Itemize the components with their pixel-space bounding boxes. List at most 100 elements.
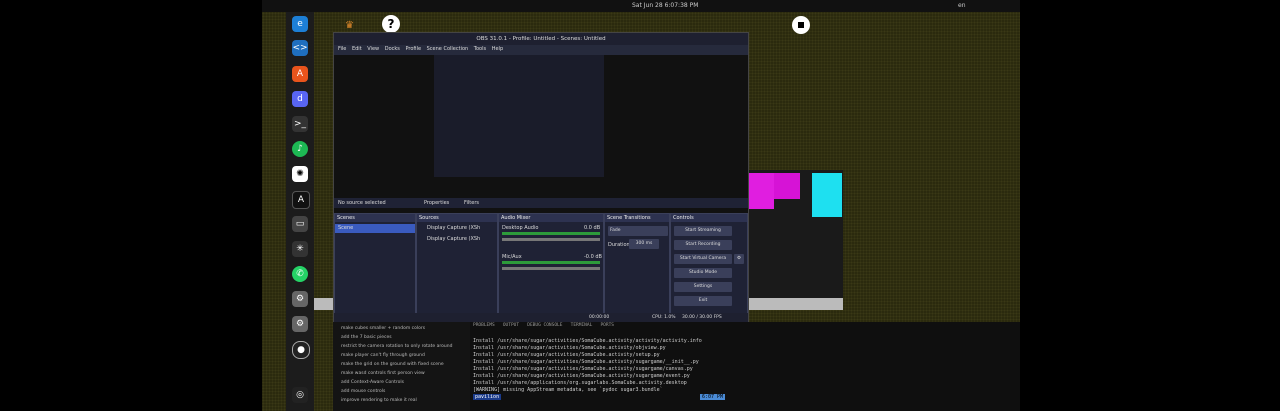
ground-plane: [314, 298, 333, 310]
tab-problems[interactable]: PROBLEMS: [473, 323, 495, 328]
menu-edit[interactable]: Edit: [352, 46, 362, 52]
app-center-icon[interactable]: A: [292, 66, 308, 82]
terminal-line: Install /usr/share/sugar/activities/Soma…: [473, 366, 693, 372]
obs-window: OBS 31.0.1 - Profile: Untitled - Scenes:…: [333, 32, 749, 324]
filters-button[interactable]: Filters: [464, 200, 479, 206]
system-top-bar: Sat Jun 28 6:07:38 PM en: [262, 0, 1020, 12]
menu-help[interactable]: Help: [492, 46, 503, 52]
source-item[interactable]: Display Capture (XSh: [417, 224, 497, 233]
terminal-line: Install /usr/share/sugar/activities/Soma…: [473, 352, 660, 358]
crown-icon: ♛: [345, 20, 354, 31]
volume-meter: [502, 232, 600, 235]
terminal-line: Install /usr/share/applications/org.suga…: [473, 380, 687, 386]
studio-mode-button[interactable]: Studio Mode: [674, 268, 732, 278]
chat-item[interactable]: make the grid on the ground with fixed s…: [341, 362, 444, 367]
terminal-icon[interactable]: >_: [292, 116, 308, 132]
duration-input[interactable]: 300 ms: [629, 239, 659, 249]
controls-dock: Controls Start Streaming Start Recording…: [670, 213, 748, 321]
cpu-usage: CPU: 1.0%: [652, 315, 676, 320]
chat-item[interactable]: add the 7 basic pieces: [341, 335, 392, 340]
menu-bar: File Edit View Docks Profile Scene Colle…: [334, 46, 503, 54]
terminal-line: [WARNING] missing AppStream metadata, se…: [473, 387, 663, 393]
vscode-icon[interactable]: <>: [292, 40, 308, 56]
chat-item[interactable]: make cubes smaller + random colors: [341, 326, 425, 331]
anthropic-icon[interactable]: A: [292, 191, 310, 209]
chat-item[interactable]: make player can't fly through ground: [341, 353, 425, 358]
audio-mixer-title: Audio Mixer: [499, 214, 603, 222]
volume-slider[interactable]: [502, 267, 600, 270]
ground-plane: [738, 298, 843, 310]
menu-profile[interactable]: Profile: [405, 46, 421, 52]
scene-transitions-dock: Scene Transitions Fade Duration 300 ms: [604, 213, 670, 321]
audio-track-db: 0.0 dB: [584, 225, 601, 231]
prompt-user: pavilion: [473, 394, 502, 400]
chat-item[interactable]: improve rendering to make it real: [341, 398, 417, 403]
settings-button[interactable]: Settings: [674, 282, 732, 292]
volume-meter: [502, 261, 600, 264]
spotify-icon[interactable]: ♪: [292, 141, 308, 157]
menu-file[interactable]: File: [338, 46, 346, 52]
preview-canvas[interactable]: [334, 55, 748, 218]
settings-icon[interactable]: ⚙: [292, 316, 308, 332]
stop-recording-button[interactable]: [792, 16, 810, 34]
terminal-line: Install /usr/share/sugar/activities/Soma…: [473, 338, 702, 344]
scenes-dock-title: Scenes: [335, 214, 415, 222]
start-streaming-button[interactable]: Start Streaming: [674, 226, 732, 236]
files-icon[interactable]: ▭: [292, 216, 308, 232]
chat-item[interactable]: add mouse controls: [341, 389, 385, 394]
tab-output[interactable]: OUTPUT: [503, 323, 519, 328]
clock[interactable]: Sat Jun 28 6:07:38 PM: [632, 2, 698, 9]
audio-track-name: Mic/Aux: [502, 254, 522, 260]
ubuntu-icon[interactable]: ◎: [292, 387, 308, 403]
help-icon[interactable]: ?: [382, 15, 400, 33]
properties-button[interactable]: Properties: [424, 200, 449, 206]
terminal-tabs: PROBLEMS OUTPUT DEBUG CONSOLE TERMINAL P…: [473, 323, 614, 328]
no-source-label: No source selected: [338, 200, 386, 206]
start-recording-button[interactable]: Start Recording: [674, 240, 732, 250]
scenes-dock: Scenes Scene: [334, 213, 416, 321]
cube-piece-cyan: [812, 173, 842, 217]
chatgpt-icon[interactable]: ✺: [292, 166, 308, 182]
start-virtual-camera-button[interactable]: Start Virtual Camera: [674, 254, 732, 264]
soma-cube-3d-view: [738, 170, 843, 310]
language-indicator[interactable]: en: [958, 2, 966, 9]
terminal-line: Install /usr/share/sugar/activities/Soma…: [473, 373, 690, 379]
chat-item[interactable]: restrict the camera rotation to only rot…: [341, 344, 452, 349]
scene-item[interactable]: Scene: [335, 224, 415, 233]
volume-slider[interactable]: [502, 238, 600, 241]
menu-scene-collection[interactable]: Scene Collection: [427, 46, 469, 52]
whatsapp-icon[interactable]: ✆: [292, 266, 308, 282]
virtual-camera-settings-icon[interactable]: ⚙: [734, 254, 744, 264]
terminal-line: Install /usr/share/sugar/activities/Soma…: [473, 345, 666, 351]
controls-title: Controls: [671, 214, 747, 222]
tab-debug-console[interactable]: DEBUG CONSOLE: [527, 323, 562, 328]
menu-tools[interactable]: Tools: [474, 46, 486, 52]
edge-browser-icon[interactable]: e: [292, 16, 308, 32]
duration-label: Duration: [608, 242, 630, 248]
transition-select[interactable]: Fade: [608, 226, 668, 236]
exit-button[interactable]: Exit: [674, 296, 732, 306]
sources-dock: Sources Display Capture (XSh Display Cap…: [416, 213, 498, 321]
menu-docks[interactable]: Docks: [385, 46, 400, 52]
settings-icon[interactable]: ⚙: [292, 291, 308, 307]
bug-icon[interactable]: ✳: [292, 241, 308, 257]
menu-view[interactable]: View: [367, 46, 379, 52]
prompt-time: 6:07 PM: [700, 394, 726, 400]
tab-ports[interactable]: PORTS: [600, 323, 614, 328]
ai-chat-panel: make cubes smaller + random colors add t…: [333, 322, 470, 411]
transitions-title: Scene Transitions: [605, 214, 669, 222]
source-toolbar: No source selected Properties Filters: [334, 198, 748, 208]
obs-icon[interactable]: ●: [292, 341, 310, 359]
discord-icon[interactable]: d: [292, 91, 308, 107]
sources-dock-title: Sources: [417, 214, 497, 222]
cube-piece-magenta: [748, 173, 774, 209]
terminal-panel[interactable]: PROBLEMS OUTPUT DEBUG CONSOLE TERMINAL P…: [470, 322, 1020, 411]
record-time: 00:00:00: [589, 315, 610, 320]
terminal-line: Install /usr/share/sugar/activities/Soma…: [473, 359, 699, 365]
window-title: OBS 31.0.1 - Profile: Untitled - Scenes:…: [334, 33, 748, 45]
chat-item[interactable]: add Context-Aware Controls: [341, 380, 404, 385]
source-item[interactable]: Display Capture (XSh: [417, 235, 497, 244]
tab-terminal[interactable]: TERMINAL: [571, 323, 593, 328]
chat-item[interactable]: make wasd controls first person view: [341, 371, 425, 376]
app-dock: e <> A d >_ ♪ ✺ A ▭ ✳ ✆ ⚙ ⚙ ● ◎: [286, 12, 314, 411]
